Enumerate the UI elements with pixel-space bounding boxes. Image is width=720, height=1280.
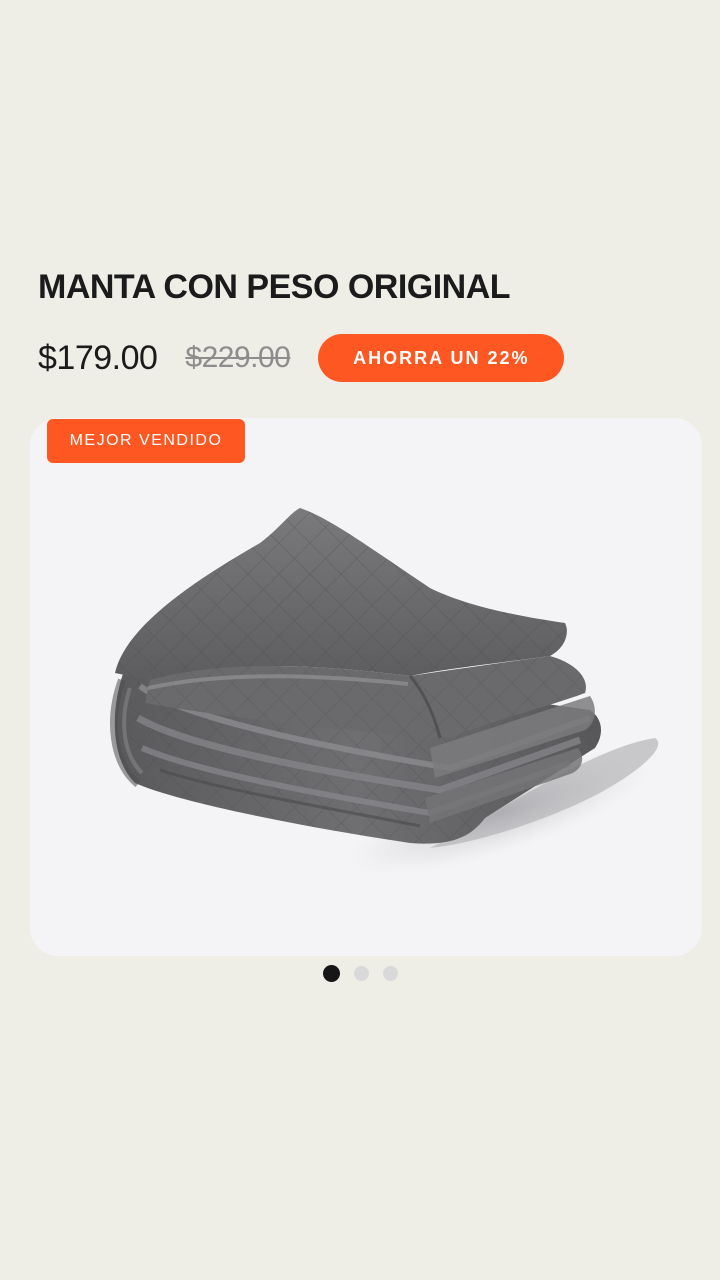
current-price: $179.00 [38,338,158,377]
carousel-dot-3[interactable] [382,966,398,981]
product-title: MANTA CON PESO ORIGINAL [38,268,511,306]
carousel-dot-1[interactable] [322,965,340,982]
carousel-dot-2[interactable] [353,966,369,981]
product-image-card[interactable]: MEJOR VENDIDO [30,418,702,956]
price-row: $179.00 $229.00 AHORRA UN 22% [38,334,565,382]
best-seller-badge: MEJOR VENDIDO [47,419,245,463]
weighted-blanket-image [110,508,659,876]
savings-badge: AHORRA UN 22% [318,334,565,382]
original-price: $229.00 [185,341,291,374]
carousel-dots [0,965,720,982]
